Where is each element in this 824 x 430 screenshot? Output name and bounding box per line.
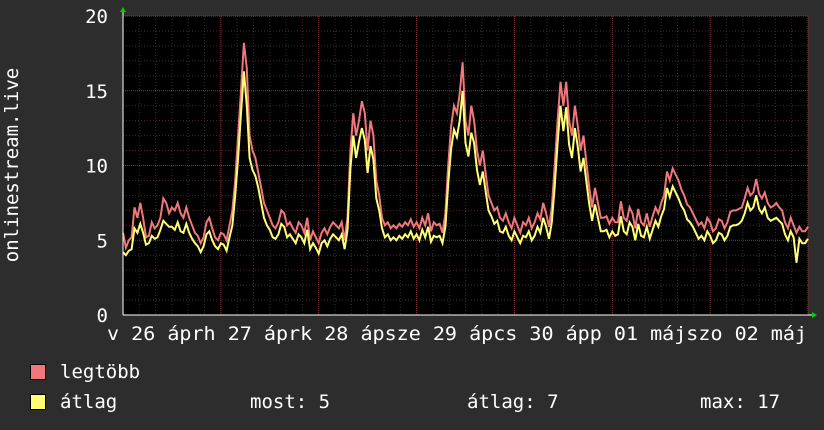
- max-swatch: [30, 364, 46, 380]
- stat-now: most: 5: [250, 391, 331, 413]
- y-tick-label: 20: [85, 6, 108, 28]
- y-tick-label: 10: [85, 156, 108, 178]
- x-tick-labels: v 26 áprh 27 áprk 28 ápsze 29 ápcs 30 áp…: [107, 323, 807, 345]
- y-tick-label: 5: [97, 230, 108, 252]
- stat-avg: átlag: 7: [467, 391, 559, 413]
- avg-swatch: [30, 394, 46, 410]
- legend-label-max: legtöbb: [60, 361, 141, 383]
- legend-item-avg: átlag: [30, 391, 117, 413]
- legend-label-avg: átlag: [60, 391, 118, 413]
- y-tick-label: 15: [85, 81, 108, 103]
- y-axis-label: onlinestream.live: [1, 68, 23, 262]
- legend-item-max: legtöbb: [30, 361, 140, 383]
- stat-max: max: 17: [700, 391, 781, 413]
- x-axis-arrow: [812, 312, 817, 318]
- y-axis-arrow: [120, 7, 126, 12]
